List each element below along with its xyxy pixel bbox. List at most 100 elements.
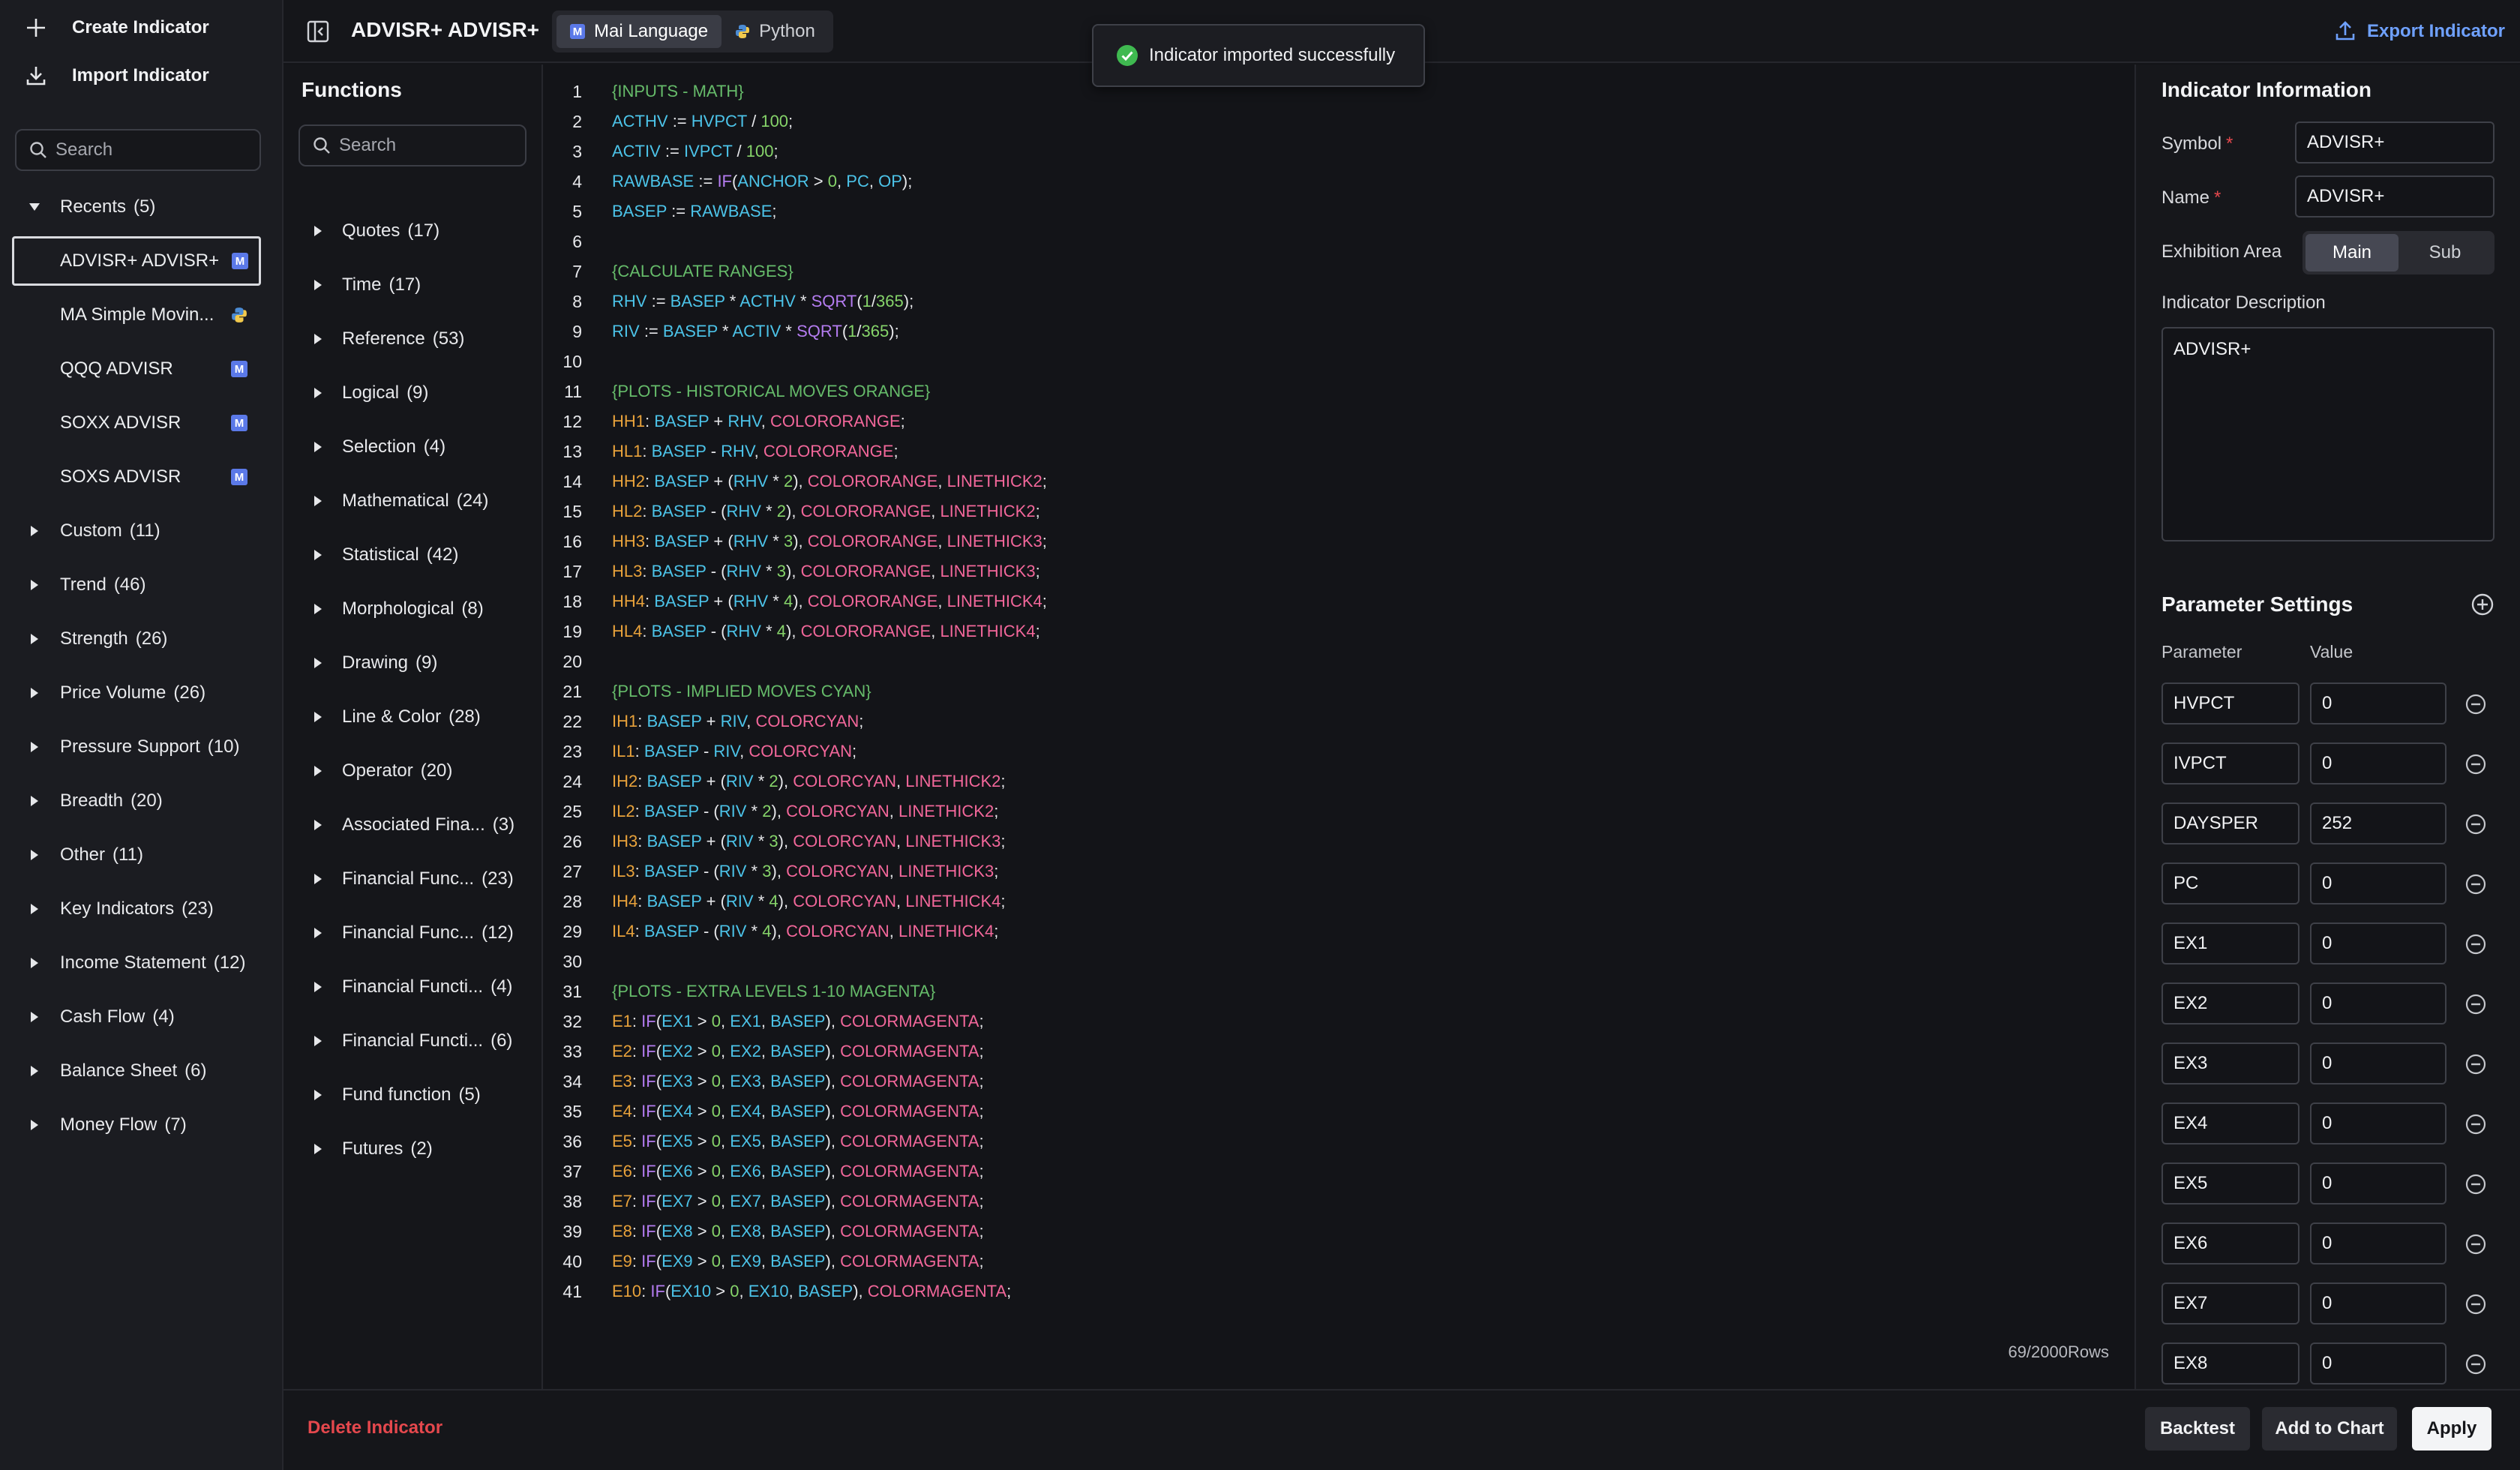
remove-parameter-icon[interactable] xyxy=(2464,1113,2487,1136)
parameter-name-input[interactable]: IVPCT xyxy=(2162,742,2300,784)
parameter-name-input[interactable]: EX7 xyxy=(2162,1282,2300,1324)
code-line[interactable]: 11 {PLOTS - HISTORICAL MOVES ORANGE} xyxy=(544,376,1970,406)
add-parameter-icon[interactable] xyxy=(2470,592,2494,616)
tree-group-item[interactable]: Balance Sheet (6) xyxy=(0,1044,282,1098)
parameter-value-input[interactable]: 0 xyxy=(2310,1222,2446,1264)
code-line[interactable]: 6 xyxy=(544,226,1970,256)
code-line[interactable]: 9 RIV := BASEP * ACTIV * SQRT(1/365); xyxy=(544,316,1970,346)
tree-group-item[interactable]: Other (11) xyxy=(0,828,282,882)
code-line[interactable]: 2 ACTHV := HVPCT / 100; xyxy=(544,106,1970,136)
recent-indicator-item[interactable]: MA Simple Movin... xyxy=(0,288,282,342)
code-line[interactable]: 38 E7: IF(EX7 > 0, EX7, BASEP), COLORMAGE… xyxy=(544,1186,1970,1216)
function-category-item[interactable]: Logical (9) xyxy=(284,366,542,420)
tree-group-item[interactable]: Strength (26) xyxy=(0,612,282,666)
tab-mai-language[interactable]: M Mai Language xyxy=(556,15,722,48)
function-category-item[interactable]: Quotes (17) xyxy=(284,204,542,258)
code-line[interactable]: 29 IL4: BASEP - (RIV * 4), COLORCYAN, LIN… xyxy=(544,916,1970,946)
parameter-value-input[interactable]: 0 xyxy=(2310,1342,2446,1384)
symbol-input[interactable] xyxy=(2295,122,2494,164)
code-line[interactable]: 35 E4: IF(EX4 > 0, EX4, BASEP), COLORMAGE… xyxy=(544,1096,1970,1126)
tree-group-item[interactable]: Trend (46) xyxy=(0,558,282,612)
parameter-value-input[interactable]: 252 xyxy=(2310,802,2446,844)
code-line[interactable]: 30 xyxy=(544,946,1970,976)
tree-group-item[interactable]: Price Volume (26) xyxy=(0,666,282,720)
code-line[interactable]: 40 E9: IF(EX9 > 0, EX9, BASEP), COLORMAGE… xyxy=(544,1246,1970,1276)
code-line[interactable]: 26 IH3: BASEP + (RIV * 3), COLORCYAN, LIN… xyxy=(544,826,1970,856)
backtest-button[interactable]: Backtest xyxy=(2145,1407,2250,1450)
code-line[interactable]: 24 IH2: BASEP + (RIV * 2), COLORCYAN, LIN… xyxy=(544,766,1970,796)
exhibition-main-option[interactable]: Main xyxy=(2306,234,2398,272)
code-line[interactable]: 22 IH1: BASEP + RIV, COLORCYAN; xyxy=(544,706,1970,736)
code-line[interactable]: 14 HH2: BASEP + (RHV * 2), COLORORANGE, L… xyxy=(544,466,1970,496)
function-category-item[interactable]: Drawing (9) xyxy=(284,636,542,690)
recent-indicator-item[interactable]: ADVISR+ ADVISR+ M xyxy=(12,236,261,286)
parameter-value-input[interactable]: 0 xyxy=(2310,682,2446,724)
parameter-value-input[interactable]: 0 xyxy=(2310,1162,2446,1204)
create-indicator-button[interactable]: Create Indicator xyxy=(22,9,209,46)
name-input[interactable] xyxy=(2295,176,2494,218)
description-textarea[interactable]: ADVISR+ xyxy=(2162,327,2494,542)
code-line[interactable]: 18 HH4: BASEP + (RHV * 4), COLORORANGE, L… xyxy=(544,586,1970,616)
function-category-item[interactable]: Financial Func... (23) xyxy=(284,852,542,906)
add-to-chart-button[interactable]: Add to Chart xyxy=(2262,1407,2397,1450)
parameter-name-input[interactable]: EX8 xyxy=(2162,1342,2300,1384)
exhibition-sub-option[interactable]: Sub xyxy=(2398,234,2492,272)
parameter-value-input[interactable]: 0 xyxy=(2310,862,2446,904)
function-category-item[interactable]: Morphological (8) xyxy=(284,582,542,636)
delete-indicator-button[interactable]: Delete Indicator xyxy=(308,1418,442,1438)
code-area[interactable]: 1 {INPUTS - MATH} 2 ACTHV := HVPCT / 100; 3 A… xyxy=(544,76,1970,1306)
indicator-search-input[interactable] xyxy=(56,140,241,160)
remove-parameter-icon[interactable] xyxy=(2464,873,2487,896)
code-line[interactable]: 4 RAWBASE := IF(ANCHOR > 0, PC, OP); xyxy=(544,166,1970,196)
parameter-value-input[interactable]: 0 xyxy=(2310,1102,2446,1144)
tree-group-item[interactable]: Pressure Support (10) xyxy=(0,720,282,774)
function-category-item[interactable]: Fund function (5) xyxy=(284,1068,542,1122)
code-line[interactable]: 28 IH4: BASEP + (RIV * 4), COLORCYAN, LIN… xyxy=(544,886,1970,916)
function-category-item[interactable]: Associated Fina... (3) xyxy=(284,798,542,852)
code-line[interactable]: 10 xyxy=(544,346,1970,376)
code-line[interactable]: 12 HH1: BASEP + RHV, COLORORANGE; xyxy=(544,406,1970,436)
code-line[interactable]: 21 {PLOTS - IMPLIED MOVES CYAN} xyxy=(544,676,1970,706)
code-line[interactable]: 13 HL1: BASEP - RHV, COLORORANGE; xyxy=(544,436,1970,466)
import-indicator-button[interactable]: Import Indicator xyxy=(22,57,209,94)
parameter-name-input[interactable]: EX3 xyxy=(2162,1042,2300,1084)
tree-group-item[interactable]: Breadth (20) xyxy=(0,774,282,828)
remove-parameter-icon[interactable] xyxy=(2464,993,2487,1016)
code-line[interactable]: 23 IL1: BASEP - RIV, COLORCYAN; xyxy=(544,736,1970,766)
parameter-value-input[interactable]: 0 xyxy=(2310,1282,2446,1324)
function-category-item[interactable]: Futures (2) xyxy=(284,1122,542,1176)
tree-group-item[interactable]: Income Statement (12) xyxy=(0,936,282,990)
function-category-item[interactable]: Reference (53) xyxy=(284,312,542,366)
recent-indicator-item[interactable]: SOXS ADVISR M xyxy=(0,450,282,504)
code-line[interactable]: 20 xyxy=(544,646,1970,676)
code-line[interactable]: 39 E8: IF(EX8 > 0, EX8, BASEP), COLORMAGE… xyxy=(544,1216,1970,1246)
code-line[interactable]: 36 E5: IF(EX5 > 0, EX5, BASEP), COLORMAGE… xyxy=(544,1126,1970,1156)
tree-group-recents[interactable]: Recents (5) xyxy=(0,180,282,234)
function-category-item[interactable]: Financial Functi... (4) xyxy=(284,960,542,1014)
function-category-item[interactable]: Time (17) xyxy=(284,258,542,312)
code-line[interactable]: 15 HL2: BASEP - (RHV * 2), COLORORANGE, L… xyxy=(544,496,1970,526)
function-category-item[interactable]: Operator (20) xyxy=(284,744,542,798)
collapse-panel-icon[interactable] xyxy=(306,20,330,44)
code-line[interactable]: 17 HL3: BASEP - (RHV * 3), COLORORANGE, L… xyxy=(544,556,1970,586)
code-line[interactable]: 33 E2: IF(EX2 > 0, EX2, BASEP), COLORMAGE… xyxy=(544,1036,1970,1066)
remove-parameter-icon[interactable] xyxy=(2464,1053,2487,1076)
code-editor[interactable]: 1 {INPUTS - MATH} 2 ACTHV := HVPCT / 100; 3 A… xyxy=(544,64,2134,1389)
code-line[interactable]: 16 HH3: BASEP + (RHV * 3), COLORORANGE, L… xyxy=(544,526,1970,556)
tab-python[interactable]: Python xyxy=(722,15,829,48)
tree-group-item[interactable]: Custom (11) xyxy=(0,504,282,558)
function-category-item[interactable]: Statistical (42) xyxy=(284,528,542,582)
parameter-name-input[interactable]: EX5 xyxy=(2162,1162,2300,1204)
parameter-name-input[interactable]: PC xyxy=(2162,862,2300,904)
code-line[interactable]: 31 {PLOTS - EXTRA LEVELS 1-10 MAGENTA} xyxy=(544,976,1970,1006)
code-line[interactable]: 8 RHV := BASEP * ACTHV * SQRT(1/365); xyxy=(544,286,1970,316)
function-category-item[interactable]: Mathematical (24) xyxy=(284,474,542,528)
remove-parameter-icon[interactable] xyxy=(2464,1353,2487,1376)
function-category-item[interactable]: Financial Func... (12) xyxy=(284,906,542,960)
parameter-name-input[interactable]: EX4 xyxy=(2162,1102,2300,1144)
parameter-name-input[interactable]: EX2 xyxy=(2162,982,2300,1024)
tree-group-item[interactable]: Key Indicators (23) xyxy=(0,882,282,936)
remove-parameter-icon[interactable] xyxy=(2464,1293,2487,1316)
export-indicator-button[interactable]: Export Indicator xyxy=(2334,18,2505,45)
remove-parameter-icon[interactable] xyxy=(2464,813,2487,836)
